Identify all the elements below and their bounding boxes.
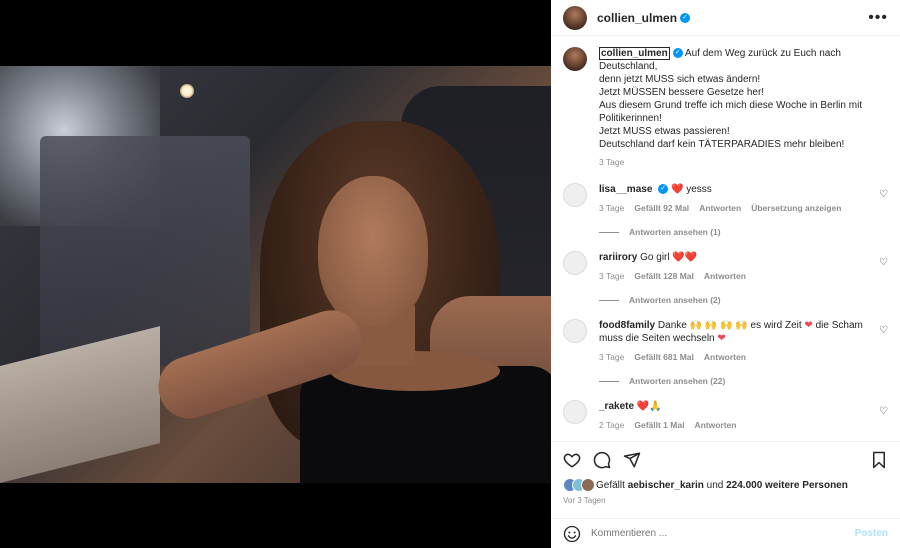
verified-icon: ✓ [658,184,669,195]
heart-emoji: ❤️❤️ [672,252,698,263]
verified-icon: ✓ [672,48,683,59]
caption-line: Aus diesem Grund treffe ich mich diese W… [599,100,863,124]
reply-button[interactable]: Antworten [704,270,746,283]
view-replies-button[interactable]: Antworten ansehen (2) [599,295,888,305]
commenter-username[interactable]: _rakete [599,401,634,412]
comment-likes[interactable]: Gefällt 92 Mal [634,202,689,215]
post-date: Vor 3 Tagen [563,496,606,505]
bookmark-icon[interactable] [870,451,888,469]
likes-prefix: Gefällt [596,479,625,491]
caption-time: 3 Tage [599,157,625,167]
comment-likes[interactable]: Gefällt 681 Mal [634,351,694,364]
add-comment-bar: Posten [551,518,900,548]
commenter-avatar[interactable] [563,251,587,275]
caption-avatar[interactable] [563,47,587,71]
comment-text: yesss [686,184,712,195]
share-plane-icon[interactable] [623,451,641,469]
cabin-light [180,84,194,98]
view-replies-button[interactable]: Antworten ansehen (1) [599,227,888,237]
emoji-smiley-icon[interactable] [563,525,581,543]
liker-username[interactable]: aebischer_karin [628,480,704,491]
view-replies-button[interactable]: Antworten ansehen (22) [599,376,888,386]
caption-username[interactable]: collien_ulmen [599,47,670,60]
replies-divider [599,299,619,301]
caption-line: Jetzt MÜSSEN bessere Gesetze her! [599,87,765,98]
comment-item: rariirory Go girl ❤️❤️ 3 Tage Gefällt 12… [563,251,888,283]
commenter-avatar[interactable] [563,183,587,207]
post-comment-button[interactable]: Posten [855,528,888,539]
verified-icon: ✓ [680,12,691,23]
author-username[interactable]: collien_ulmen [597,11,677,25]
person-face [318,176,428,326]
raised-hands-emoji: 🙌 🙌 🙌 🙌 [689,320,748,331]
comment-bubble-icon[interactable] [593,451,611,469]
like-comment-heart-icon[interactable]: ♡ [879,325,888,336]
comment-item: food8family Danke 🙌 🙌 🙌 🙌 es wird Zeit ❤… [563,319,888,364]
comments-scroll[interactable]: collien_ulmen ✓ Auf dem Weg zurück zu Euc… [551,37,900,440]
comment-item: _rakete ❤️🙏 2 Tage Gefällt 1 Mal Antwort… [563,400,888,432]
liker-avatars[interactable] [563,478,595,492]
post-header: collien_ulmen ✓ ••• [551,0,900,36]
commenter-avatar[interactable] [563,400,587,424]
translate-button[interactable]: Übersetzung anzeigen [751,202,841,215]
post-caption: collien_ulmen ✓ Auf dem Weg zurück zu Euc… [563,47,888,169]
comment-text: Danke [657,320,687,331]
caption-line: Deutschland darf kein TÄTERPARADIES mehr… [599,139,845,150]
comment-item: lisa__mase ✓ ❤️ yesss 3 Tage Gefällt 92 … [563,183,888,215]
comment-text: es wird Zeit [750,320,802,331]
commenter-username[interactable]: lisa__mase [599,184,652,195]
comment-likes[interactable]: Gefällt 1 Mal [634,419,684,432]
reply-button[interactable]: Antworten [694,419,736,432]
comment-text: Go girl [640,252,670,263]
post-modal: collien_ulmen ✓ ••• collien_ulmen ✓ Auf d… [0,0,900,548]
replies-divider [599,231,619,233]
view-replies-label: Antworten ansehen (1) [629,227,721,237]
like-comment-heart-icon[interactable]: ♡ [879,257,888,268]
view-replies-label: Antworten ansehen (2) [629,295,721,305]
reply-button[interactable]: Antworten [704,351,746,364]
heart-emoji: ❤ [804,320,813,331]
post-media [0,0,551,548]
author-avatar[interactable] [563,5,587,30]
seat-table [0,326,160,483]
like-comment-heart-icon[interactable]: ♡ [879,406,888,417]
comment-input[interactable] [591,528,855,539]
comment-time: 2 Tage [599,420,625,430]
comment-time: 3 Tage [599,271,625,281]
commenter-avatar[interactable] [563,319,587,343]
commenter-username[interactable]: food8family [599,320,655,331]
like-comment-heart-icon[interactable]: ♡ [879,189,888,200]
like-heart-icon[interactable] [563,451,581,469]
heart-emoji: ❤ [717,333,726,344]
heart-emoji: ❤️ [670,184,684,195]
likes-summary: Gefällt aebischer_karin und 224.000 weit… [563,478,888,492]
post-actions [551,441,900,477]
more-options-icon[interactable]: ••• [868,9,888,27]
comment-likes[interactable]: Gefällt 128 Mal [634,270,694,283]
caption-line: denn jetzt MUSS sich etwas ändern! [599,74,761,85]
comment-time: 3 Tage [599,352,625,362]
likes-count[interactable]: 224.000 weitere Personen [726,480,848,491]
likes-middle: und [706,479,724,491]
caption-line: Jetzt MUSS etwas passieren! [599,126,730,137]
comment-time: 3 Tage [599,203,625,213]
heart-emoji: ❤️🙏 [636,401,662,412]
reply-button[interactable]: Antworten [699,202,741,215]
post-photo[interactable] [0,66,551,483]
replies-divider [599,380,619,382]
view-replies-label: Antworten ansehen (22) [629,376,726,386]
commenter-username[interactable]: rariirory [599,252,637,263]
post-side-panel: collien_ulmen ✓ ••• collien_ulmen ✓ Auf d… [551,0,900,548]
